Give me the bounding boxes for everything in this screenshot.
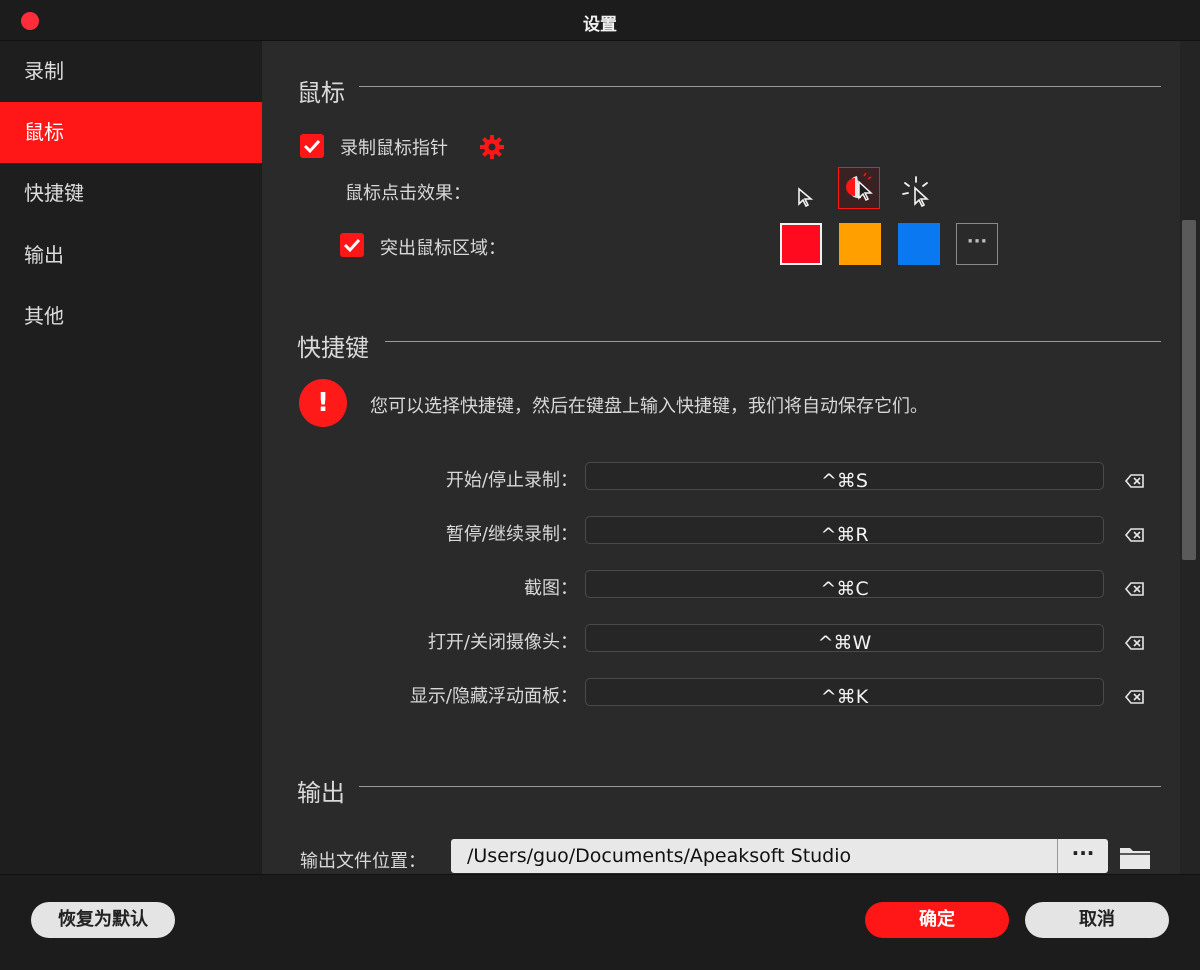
hotkey-field-floating-panel[interactable]: ^⌘K (585, 678, 1104, 706)
hotkeys-section-heading: 快捷键 (297, 334, 369, 362)
window-title: 设置 (583, 15, 617, 35)
highlight-area-label: 突出鼠标区域： (380, 238, 506, 259)
highlight-color-orange[interactable] (839, 223, 881, 265)
clear-hotkey-icon[interactable] (1124, 470, 1146, 492)
highlight-area-checkbox[interactable] (340, 233, 364, 257)
cursor-settings-gear-icon[interactable] (478, 133, 506, 161)
clear-hotkey-icon[interactable] (1124, 578, 1146, 600)
click-effect-selected-frame[interactable] (838, 167, 880, 209)
open-folder-icon[interactable] (1119, 844, 1151, 870)
footer-bar: 恢复为默认 确定 取消 (0, 874, 1200, 970)
scrollbar-thumb[interactable] (1182, 220, 1196, 560)
sidebar-item-hotkeys[interactable]: 快捷键 (0, 163, 262, 224)
clear-hotkey-icon[interactable] (1124, 524, 1146, 546)
hotkey-field-start-stop[interactable]: ^⌘S (585, 462, 1104, 490)
settings-content: 鼠标 录制鼠标指针 鼠标点击效果： 突出鼠标区域： ··· 快捷键 ! 您可以选… (262, 41, 1180, 874)
hotkey-label-pause-resume: 暂停/继续录制： (445, 524, 578, 545)
mouse-section-heading: 鼠标 (297, 79, 345, 107)
settings-window: 设置 录制 鼠标 快捷键 输出 其他 鼠标 录制鼠标指针 鼠标点击效果： 突出鼠… (0, 0, 1200, 970)
mouse-section-divider (359, 86, 1161, 87)
ok-button[interactable]: 确定 (865, 902, 1009, 938)
hotkey-label-start-stop: 开始/停止录制： (445, 470, 578, 491)
plain-cursor-icon[interactable] (795, 186, 819, 210)
hotkeys-section-divider (385, 341, 1161, 342)
highlight-color-more-button[interactable]: ··· (956, 223, 998, 265)
hotkey-label-floating-panel: 显示/隐藏浮动面板： (409, 686, 578, 707)
sidebar-item-record[interactable]: 录制 (0, 41, 262, 102)
sidebar-item-other[interactable]: 其他 (0, 286, 262, 347)
record-cursor-checkbox[interactable] (300, 134, 324, 158)
hotkey-label-screenshot: 截图： (524, 578, 578, 599)
highlight-color-red[interactable] (780, 223, 822, 265)
hotkey-label-webcam: 打开/关闭摄像头： (427, 632, 578, 653)
sidebar-item-output[interactable]: 输出 (0, 225, 262, 286)
click-effect-label: 鼠标点击效果： (345, 183, 471, 204)
sparkle-cursor-icon[interactable] (900, 174, 936, 210)
sidebar: 录制 鼠标 快捷键 输出 其他 (0, 41, 262, 874)
reset-defaults-button[interactable]: 恢复为默认 (31, 902, 175, 938)
output-section-divider (359, 786, 1161, 787)
hotkey-field-pause-resume[interactable]: ^⌘R (585, 516, 1104, 544)
output-location-field[interactable]: /Users/guo/Documents/Apeaksoft Studio (451, 839, 1057, 873)
cancel-button[interactable]: 取消 (1025, 902, 1169, 938)
hotkey-field-webcam[interactable]: ^⌘W (585, 624, 1104, 652)
hotkeys-info-text: 您可以选择快捷键，然后在键盘上输入快捷键，我们将自动保存它们。 (370, 396, 928, 417)
sidebar-item-mouse[interactable]: 鼠标 (0, 102, 262, 163)
title-bar: 设置 (0, 0, 1200, 41)
clear-hotkey-icon[interactable] (1124, 686, 1146, 708)
hotkey-field-screenshot[interactable]: ^⌘C (585, 570, 1104, 598)
clear-hotkey-icon[interactable] (1124, 632, 1146, 654)
info-alert-icon: ! (299, 379, 347, 427)
record-cursor-label: 录制鼠标指针 (340, 138, 448, 159)
click-ripple-cursor-icon (846, 172, 873, 202)
highlight-color-blue[interactable] (898, 223, 940, 265)
output-section-heading: 输出 (297, 779, 345, 807)
output-location-browse-button[interactable]: ··· (1057, 839, 1108, 873)
output-location-label: 输出文件位置： (300, 851, 426, 872)
